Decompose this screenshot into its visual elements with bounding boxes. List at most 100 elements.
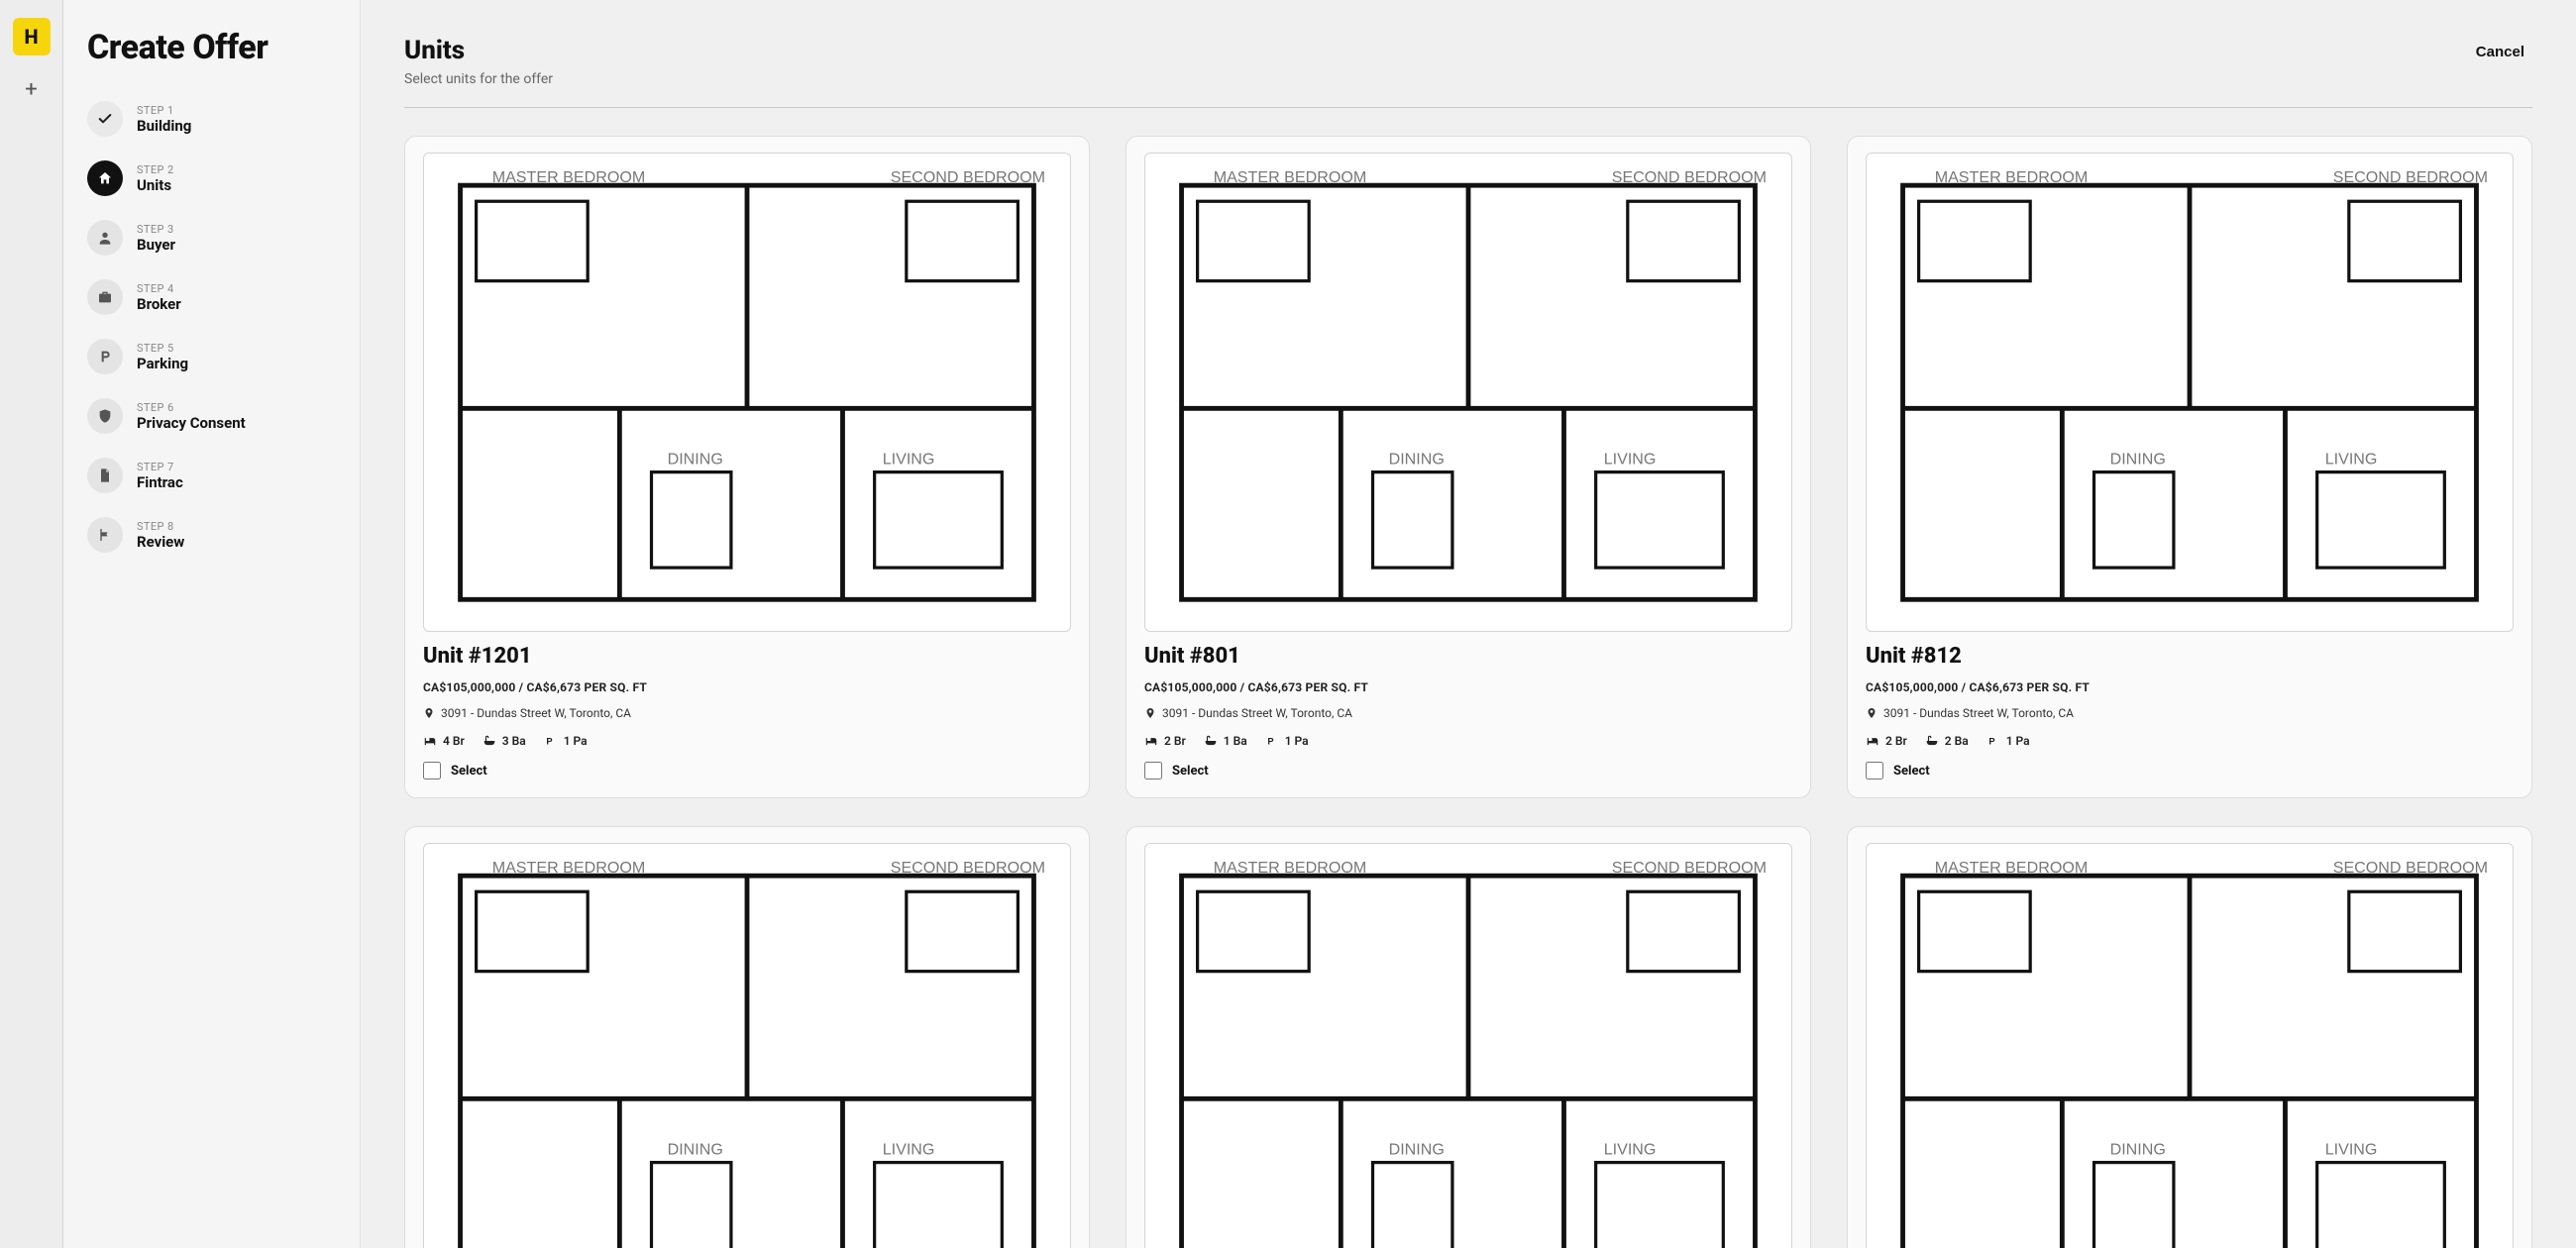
unit-title: Unit #1201 bbox=[423, 644, 1071, 669]
select-label[interactable]: Select bbox=[1172, 764, 1209, 779]
svg-text:P: P bbox=[1988, 737, 1994, 747]
check-icon bbox=[87, 101, 123, 137]
svg-text:MASTER BEDROOM: MASTER BEDROOM bbox=[1935, 168, 2089, 186]
unit-stats: 4 Br 3 Ba P1 Pa bbox=[423, 734, 1071, 748]
floorplan-image: MASTER BEDROOMSECOND BEDROOMDININGLIVING bbox=[1144, 153, 1792, 632]
step-label: Building bbox=[137, 117, 191, 135]
step-parking[interactable]: STEP 5Parking bbox=[87, 333, 336, 380]
logo-letter: H bbox=[24, 25, 38, 49]
svg-text:MASTER BEDROOM: MASTER BEDROOM bbox=[492, 168, 646, 186]
svg-text:LIVING: LIVING bbox=[883, 1141, 935, 1159]
step-kicker: STEP 2 bbox=[137, 163, 174, 176]
flag-icon bbox=[87, 517, 123, 553]
step-broker[interactable]: STEP 4Broker bbox=[87, 273, 336, 321]
select-label[interactable]: Select bbox=[1893, 764, 1930, 779]
stat-bathrooms: 1 Ba bbox=[1204, 734, 1247, 748]
wizard-sidebar: Create Offer STEP 1BuildingSTEP 2UnitsST… bbox=[63, 0, 361, 1248]
pin-icon bbox=[1144, 707, 1156, 722]
stat-bedrooms: 2 Br bbox=[1144, 734, 1186, 748]
step-kicker: STEP 7 bbox=[137, 461, 183, 473]
shield-icon bbox=[87, 398, 123, 434]
unit-address: 3091 - Dundas Street W, Toronto, CA bbox=[1866, 706, 2514, 722]
stat-bathrooms: 3 Ba bbox=[483, 734, 526, 748]
unit-title: Unit #812 bbox=[1866, 644, 2514, 669]
step-kicker: STEP 1 bbox=[137, 104, 191, 117]
app-root: H + Create Offer STEP 1BuildingSTEP 2Uni… bbox=[0, 0, 2576, 1248]
app-logo[interactable]: H bbox=[13, 18, 51, 55]
page-title: Create Offer bbox=[87, 28, 336, 67]
unit-card[interactable]: MASTER BEDROOMSECOND BEDROOMDININGLIVING… bbox=[1847, 826, 2532, 1248]
section-heading: Units Select units for the offer bbox=[404, 36, 553, 87]
svg-text:LIVING: LIVING bbox=[2325, 1141, 2378, 1159]
svg-text:MASTER BEDROOM: MASTER BEDROOM bbox=[492, 859, 646, 877]
svg-text:LIVING: LIVING bbox=[1604, 450, 1657, 468]
floorplan-image: MASTER BEDROOM SECOND BEDROOM DINING LIVING bbox=[1144, 843, 1792, 1248]
svg-text:SECOND BEDROOM: SECOND BEDROOM bbox=[891, 859, 1045, 877]
stat-bedrooms: 4 Br bbox=[423, 734, 465, 748]
unit-price: CA$105,000,000 / CA$6,673 PER SQ. FT bbox=[1144, 680, 1792, 694]
svg-text:LIVING: LIVING bbox=[1604, 1141, 1657, 1159]
main-content: Units Select units for the offer Cancel … bbox=[361, 0, 2576, 1248]
step-units[interactable]: STEP 2Units bbox=[87, 155, 336, 202]
step-kicker: STEP 8 bbox=[137, 520, 184, 533]
svg-text:DINING: DINING bbox=[1389, 1141, 1445, 1159]
section-subtitle: Select units for the offer bbox=[404, 71, 553, 87]
parking-icon bbox=[87, 339, 123, 374]
user-icon bbox=[87, 220, 123, 256]
step-label: Units bbox=[137, 176, 174, 194]
unit-card[interactable]: MASTER BEDROOMSECOND BEDROOMDININGLIVING… bbox=[1847, 136, 2532, 798]
unit-price: CA$105,000,000 / CA$6,673 PER SQ. FT bbox=[1866, 680, 2514, 694]
select-checkbox[interactable] bbox=[1866, 762, 1883, 780]
step-privacy-consent[interactable]: STEP 6Privacy Consent bbox=[87, 392, 336, 440]
svg-text:SECOND BEDROOM: SECOND BEDROOM bbox=[1612, 859, 1767, 877]
unit-card[interactable]: MASTER BEDROOM SECOND BEDROOM DINING LIVING… bbox=[404, 136, 1090, 798]
stat-bedrooms: 2 Br bbox=[1866, 734, 1907, 748]
plus-icon: + bbox=[25, 77, 37, 102]
unit-address-text: 3091 - Dundas Street W, Toronto, CA bbox=[1162, 706, 1352, 720]
floorplan-image: MASTER BEDROOMSECOND BEDROOMDININGLIVING bbox=[423, 843, 1071, 1248]
select-checkbox[interactable] bbox=[423, 762, 441, 780]
select-row: Select bbox=[1144, 762, 1792, 780]
step-label: Broker bbox=[137, 295, 181, 313]
unit-card[interactable]: MASTER BEDROOMSECOND BEDROOMDININGLIVING… bbox=[404, 826, 1090, 1248]
unit-card[interactable]: MASTER BEDROOMSECOND BEDROOMDININGLIVING… bbox=[1126, 136, 1811, 798]
stat-parking: P1 Pa bbox=[1265, 734, 1309, 748]
svg-text:DINING: DINING bbox=[2110, 450, 2166, 468]
unit-stats: 2 Br2 BaP1 Pa bbox=[1866, 734, 2514, 748]
svg-text:MASTER BEDROOM: MASTER BEDROOM bbox=[1214, 859, 1367, 877]
svg-text:DINING: DINING bbox=[1389, 450, 1445, 468]
main-header: Units Select units for the offer Cancel bbox=[361, 0, 2576, 97]
unit-title: Unit #801 bbox=[1144, 644, 1792, 669]
step-label: Review bbox=[137, 533, 184, 551]
unit-price: CA$105,000,000 / CA$6,673 PER SQ. FT bbox=[423, 680, 1071, 694]
stat-parking: P1 Pa bbox=[544, 734, 588, 748]
select-checkbox[interactable] bbox=[1144, 762, 1162, 780]
svg-text:SECOND BEDROOM: SECOND BEDROOM bbox=[891, 168, 1045, 186]
step-buyer[interactable]: STEP 3Buyer bbox=[87, 214, 336, 261]
unit-address: 3091 - Dundas Street W, Toronto, CA bbox=[423, 706, 1071, 722]
cancel-button[interactable]: Cancel bbox=[2468, 36, 2532, 68]
select-label[interactable]: Select bbox=[451, 764, 487, 779]
step-kicker: STEP 5 bbox=[137, 342, 188, 355]
svg-text:SECOND BEDROOM: SECOND BEDROOM bbox=[1612, 168, 1767, 186]
add-button[interactable]: + bbox=[16, 73, 48, 105]
step-label: Fintrac bbox=[137, 473, 183, 491]
svg-text:P: P bbox=[1267, 737, 1273, 747]
floorplan-image: MASTER BEDROOMSECOND BEDROOMDININGLIVING bbox=[1866, 843, 2514, 1248]
svg-text:SECOND BEDROOM: SECOND BEDROOM bbox=[2333, 859, 2488, 877]
svg-text:LIVING: LIVING bbox=[883, 450, 935, 468]
step-building[interactable]: STEP 1Building bbox=[87, 95, 336, 143]
svg-text:P: P bbox=[546, 737, 552, 747]
select-row: Select bbox=[1866, 762, 2514, 780]
step-review[interactable]: STEP 8Review bbox=[87, 511, 336, 559]
unit-address: 3091 - Dundas Street W, Toronto, CA bbox=[1144, 706, 1792, 722]
step-fintrac[interactable]: STEP 7Fintrac bbox=[87, 452, 336, 499]
unit-address-text: 3091 - Dundas Street W, Toronto, CA bbox=[1883, 706, 2074, 720]
unit-card[interactable]: MASTER BEDROOM SECOND BEDROOM DINING LIVING… bbox=[1126, 826, 1811, 1248]
nav-rail: H + bbox=[0, 0, 63, 1248]
briefcase-icon bbox=[87, 279, 123, 315]
svg-text:SECOND BEDROOM: SECOND BEDROOM bbox=[2333, 168, 2488, 186]
stat-parking: P1 Pa bbox=[1986, 734, 2030, 748]
select-row: Select bbox=[423, 762, 1071, 780]
svg-text:DINING: DINING bbox=[668, 450, 723, 468]
